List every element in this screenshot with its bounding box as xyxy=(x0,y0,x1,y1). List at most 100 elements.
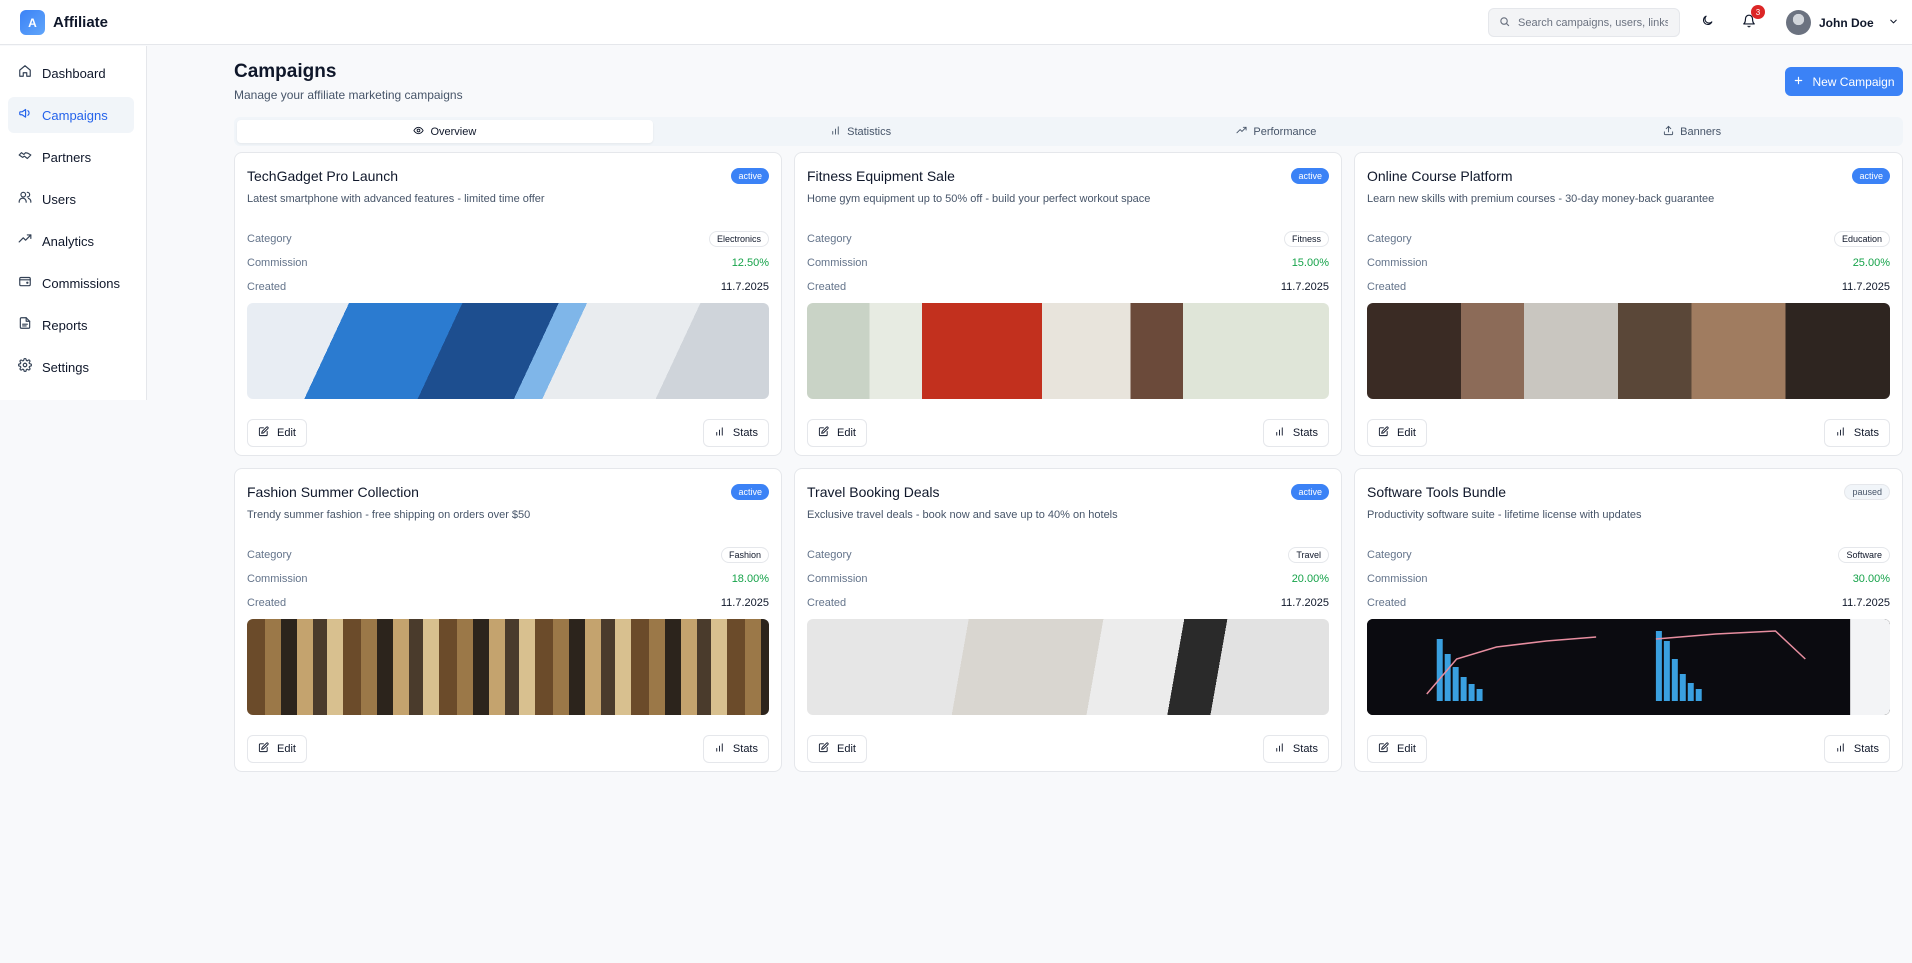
user-name: John Doe xyxy=(1819,15,1874,30)
created-row: Created 11.7.2025 xyxy=(247,595,769,611)
commission-label: Commission xyxy=(247,573,308,585)
trending-up-icon xyxy=(18,232,32,251)
campaign-card: Fashion Summer Collection active Trendy … xyxy=(234,468,782,772)
gear-icon xyxy=(18,357,32,377)
category-row: Category Electronics xyxy=(247,231,769,247)
stats-label: Stats xyxy=(732,427,758,439)
new-campaign-button[interactable]: New Campaign xyxy=(1785,67,1903,96)
commission-value: 30.00% xyxy=(1852,573,1890,585)
campaign-card: TechGadget Pro Launch active Latest smar… xyxy=(234,152,782,456)
sidebar-item-commissions[interactable]: Commissions xyxy=(8,265,134,301)
user-menu[interactable]: John Doe xyxy=(1786,10,1899,35)
sidebar-item-campaigns[interactable]: Campaigns xyxy=(8,97,134,133)
sidebar-item-users[interactable]: Users xyxy=(8,181,134,217)
stats-button[interactable]: Stats xyxy=(702,735,769,763)
tab-performance[interactable]: Performance xyxy=(1069,120,1485,143)
category-row: Category Education xyxy=(1367,231,1890,247)
stats-button[interactable]: Stats xyxy=(1823,419,1890,447)
theme-toggle-button[interactable] xyxy=(1695,11,1719,35)
bar-chart-icon xyxy=(1274,426,1285,440)
campaign-title: Fitness Equipment Sale xyxy=(807,168,955,184)
campaign-image xyxy=(807,619,1329,715)
status-badge: paused xyxy=(1844,484,1890,500)
category-label: Category xyxy=(1367,549,1412,561)
created-row: Created 11.7.2025 xyxy=(247,279,769,295)
upload-icon xyxy=(1663,125,1674,139)
edit-icon xyxy=(1378,742,1389,756)
tab-banners[interactable]: Banners xyxy=(1484,120,1900,143)
campaign-image xyxy=(1367,619,1890,715)
campaign-title: TechGadget Pro Launch xyxy=(247,168,398,184)
edit-button[interactable]: Edit xyxy=(807,419,867,447)
commission-row: Commission 12.50% xyxy=(247,255,769,271)
tab-statistics[interactable]: Statistics xyxy=(653,120,1069,143)
edit-icon xyxy=(1378,426,1389,440)
wallet-icon xyxy=(18,274,32,293)
edit-button[interactable]: Edit xyxy=(1367,419,1427,447)
edit-label: Edit xyxy=(837,743,856,755)
sidebar-item-dashboard[interactable]: Dashboard xyxy=(8,55,134,91)
edit-label: Edit xyxy=(1397,427,1416,439)
created-value: 11.7.2025 xyxy=(720,281,769,293)
campaign-image xyxy=(807,303,1329,399)
category-label: Category xyxy=(807,549,852,561)
megaphone-icon xyxy=(18,106,32,125)
campaign-image xyxy=(247,619,769,715)
search-icon xyxy=(1499,14,1510,32)
created-row: Created 11.7.2025 xyxy=(807,279,1329,295)
edit-label: Edit xyxy=(837,427,856,439)
edit-label: Edit xyxy=(277,427,296,439)
edit-button[interactable]: Edit xyxy=(807,735,867,763)
campaign-description: Productivity software suite - lifetime l… xyxy=(1367,509,1642,521)
category-row: Category Software xyxy=(1367,547,1890,563)
campaign-title: Travel Booking Deals xyxy=(807,484,940,500)
page-subtitle: Manage your affiliate marketing campaign… xyxy=(234,88,463,102)
sidebar: Dashboard Campaigns Partners Users Analy… xyxy=(0,46,147,400)
search-box[interactable] xyxy=(1488,8,1680,37)
commission-value: 25.00% xyxy=(1852,257,1890,269)
tab-overview[interactable]: Overview xyxy=(237,120,653,143)
sidebar-item-label: Partners xyxy=(42,149,92,165)
sidebar-item-label: Users xyxy=(42,191,76,207)
chevron-down-icon xyxy=(1888,14,1899,32)
commission-value: 20.00% xyxy=(1291,573,1329,585)
sidebar-item-settings[interactable]: Settings xyxy=(8,349,134,385)
status-badge: active xyxy=(731,168,769,184)
commission-row: Commission 18.00% xyxy=(247,571,769,587)
app-name: Affiliate xyxy=(53,14,109,31)
bar-chart-icon xyxy=(1835,426,1846,440)
logo[interactable]: A Affiliate xyxy=(20,10,108,35)
category-badge: Fashion xyxy=(720,547,769,563)
handshake-icon xyxy=(18,148,32,167)
category-badge: Fitness xyxy=(1283,231,1329,247)
stats-button[interactable]: Stats xyxy=(1823,735,1890,763)
stats-button[interactable]: Stats xyxy=(702,419,769,447)
campaign-title: Fashion Summer Collection xyxy=(247,484,419,500)
created-label: Created xyxy=(1367,281,1407,293)
campaign-description: Exclusive travel deals - book now and sa… xyxy=(807,509,1118,521)
stats-button[interactable]: Stats xyxy=(1262,419,1329,447)
edit-button[interactable]: Edit xyxy=(247,419,307,447)
category-row: Category Fitness xyxy=(807,231,1329,247)
created-label: Created xyxy=(247,597,287,609)
home-icon xyxy=(18,64,32,83)
sidebar-item-analytics[interactable]: Analytics xyxy=(8,223,134,259)
sidebar-item-partners[interactable]: Partners xyxy=(8,139,134,175)
edit-label: Edit xyxy=(277,743,296,755)
edit-button[interactable]: Edit xyxy=(247,735,307,763)
tab-label: Overview xyxy=(430,125,477,138)
sidebar-item-label: Settings xyxy=(42,359,89,375)
sidebar-item-reports[interactable]: Reports xyxy=(8,307,134,343)
stats-button[interactable]: Stats xyxy=(1262,735,1329,763)
created-value: 11.7.2025 xyxy=(1841,281,1890,293)
sidebar-item-label: Campaigns xyxy=(42,107,108,123)
created-label: Created xyxy=(1367,597,1407,609)
status-badge: active xyxy=(1852,168,1890,184)
created-row: Created 11.7.2025 xyxy=(1367,279,1890,295)
search-input[interactable] xyxy=(1518,16,1668,29)
edit-button[interactable]: Edit xyxy=(1367,735,1427,763)
campaign-card: Fitness Equipment Sale active Home gym e… xyxy=(794,152,1342,456)
commission-label: Commission xyxy=(247,257,308,269)
edit-label: Edit xyxy=(1397,743,1416,755)
category-label: Category xyxy=(807,233,852,245)
